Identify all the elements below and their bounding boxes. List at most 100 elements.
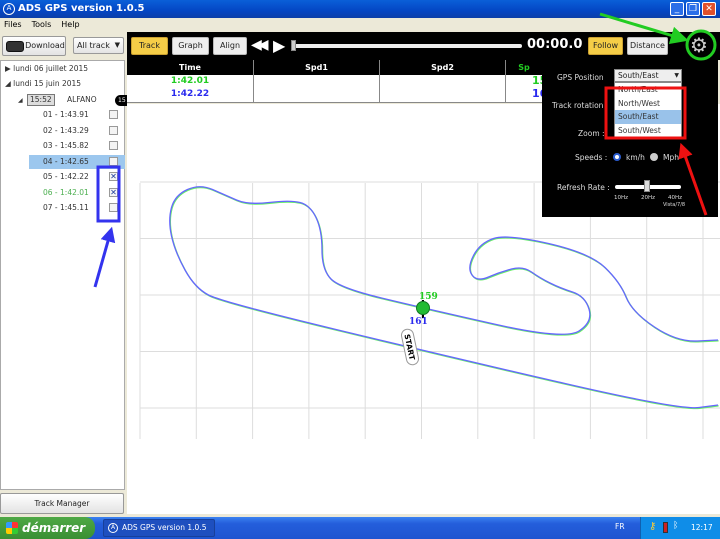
- lap-table: Time Spd1 Spd2 Sp 1:42.01 1:42.22 15 16: [127, 60, 547, 103]
- radio-mph[interactable]: [650, 153, 658, 161]
- lap-label: 07 - 1:45.11: [43, 203, 89, 212]
- play-icon[interactable]: ▶: [273, 36, 285, 55]
- playback-slider[interactable]: [293, 44, 522, 48]
- tree-label: lundi 15 juin 2015: [13, 79, 82, 88]
- marker-label-green: 159: [419, 292, 438, 302]
- marker-label-blue: 161: [409, 317, 428, 327]
- refresh-rate-thumb[interactable]: [644, 180, 650, 192]
- col-header-spd1: Spd1: [254, 60, 379, 75]
- gps-position-label: GPS Position: [557, 73, 604, 82]
- chevron-down-icon: ▼: [114, 41, 120, 49]
- filter-value: All track: [77, 41, 110, 50]
- tab-track[interactable]: Track: [131, 37, 168, 55]
- zoom-label: Zoom :: [578, 129, 605, 138]
- session-name: ALFANO: [67, 95, 97, 104]
- tray-bluetooth-icon[interactable]: ᛒ: [673, 521, 678, 531]
- gps-option[interactable]: South/East: [615, 110, 681, 124]
- download-button[interactable]: Download: [2, 36, 66, 56]
- menu-files[interactable]: Files: [4, 20, 22, 29]
- session-badge: 15: [115, 95, 127, 106]
- tree-label: lundi 06 juillet 2015: [13, 64, 89, 73]
- download-label: Download: [25, 41, 65, 50]
- track-manager-button[interactable]: Track Manager: [0, 493, 124, 514]
- settings-panel: GPS Position South/East ▼ North/East Nort…: [542, 58, 718, 217]
- session-time: 15:52: [27, 94, 55, 106]
- tick-40hz: 40Hz: [668, 195, 683, 201]
- lap-label: 05 - 1:42.22: [43, 172, 89, 181]
- minimize-button[interactable]: _: [670, 2, 684, 16]
- gps-option[interactable]: South/West: [615, 124, 681, 138]
- lap-label: 04 - 1:42.65: [43, 156, 89, 166]
- menu-bar: Files Tools Help: [0, 18, 720, 32]
- lap-checkbox[interactable]: [109, 203, 118, 212]
- language-indicator[interactable]: FR: [615, 522, 625, 531]
- task-label: ADS GPS version 1.0.5: [122, 523, 207, 532]
- lap-label: 01 - 1:43.91: [43, 110, 89, 119]
- window-title: ADS GPS version 1.0.5: [18, 3, 145, 14]
- collapse-icon: ◢: [5, 79, 14, 88]
- ads-logo-icon: A: [3, 3, 15, 15]
- cell-time: 1:42.22: [170, 89, 210, 99]
- tab-graph[interactable]: Graph: [172, 37, 209, 55]
- clock: 12:17: [691, 523, 713, 532]
- taskbar-item-ads-gps[interactable]: A ADS GPS version 1.0.5: [103, 519, 215, 537]
- lap-checkbox[interactable]: [109, 110, 118, 119]
- lap-track-blue: [169, 186, 719, 409]
- lap-label: 06 - 1:42.01: [43, 187, 89, 197]
- tray-battery-icon[interactable]: [663, 522, 668, 533]
- track-filter-select[interactable]: All track ▼: [73, 37, 124, 54]
- tray-keys-icon[interactable]: ⚷: [649, 521, 656, 532]
- lap-label: 03 - 1:45.82: [43, 141, 89, 150]
- close-button[interactable]: ✕: [702, 2, 716, 16]
- tree-item-date-2[interactable]: ◢ lundi 15 juin 2015: [5, 77, 81, 91]
- taskbar: démarrer A ADS GPS version 1.0.5 FR ⚷ ᛒ …: [0, 517, 720, 539]
- tick-20hz: 20Hz: [641, 195, 656, 201]
- start-button[interactable]: démarrer: [0, 517, 95, 539]
- lap-checkbox[interactable]: [109, 141, 118, 150]
- expand-icon: ▶: [5, 64, 14, 73]
- session-tree: ▶ lundi 06 juillet 2015 ◢ lundi 15 juin …: [0, 60, 127, 490]
- system-tray: ⚷ ᛒ 12:17: [640, 517, 720, 539]
- collapse-icon: ◢: [18, 97, 23, 104]
- gps-position-value: South/East: [618, 71, 659, 80]
- distance-button[interactable]: Distance: [627, 37, 668, 55]
- windows-logo-icon: [6, 522, 18, 534]
- main-toolbar: Track Graph Align ◀◀ ▶ 00:00.0 Follow Di…: [127, 32, 720, 60]
- gps-option[interactable]: North/West: [615, 97, 681, 111]
- refresh-note: Vista/7/8: [663, 202, 686, 208]
- tree-item-session[interactable]: ◢ 15:52 ALFANO: [18, 93, 97, 107]
- start-label: démarrer: [22, 521, 86, 535]
- track-rotation-label: Track rotation :: [552, 101, 609, 110]
- follow-button[interactable]: Follow: [588, 37, 623, 55]
- radio-kmh-label: km/h: [626, 153, 645, 162]
- gear-icon[interactable]: ⚙: [690, 33, 708, 57]
- lap-checkbox[interactable]: ✕: [109, 187, 118, 197]
- position-marker: [416, 301, 430, 315]
- tree-item-date-1[interactable]: ▶ lundi 06 juillet 2015: [5, 62, 88, 76]
- radio-kmh[interactable]: [613, 153, 621, 161]
- lap-checkbox[interactable]: ✕: [109, 172, 118, 181]
- rewind-icon[interactable]: ◀◀: [251, 37, 268, 53]
- lap-checkbox[interactable]: [109, 125, 118, 135]
- time-display: 00:00.0: [527, 37, 583, 52]
- col-header-spd3: Sp: [506, 60, 542, 75]
- tab-align[interactable]: Align: [213, 37, 247, 55]
- gps-option[interactable]: North/East: [615, 83, 681, 97]
- col-header-time: Time: [127, 60, 253, 75]
- refresh-rate-label: Refresh Rate :: [557, 183, 610, 192]
- ads-logo-icon: A: [108, 523, 118, 533]
- gps-position-dropdown: North/East North/West South/East South/West: [614, 82, 682, 138]
- maximize-button[interactable]: ❐: [686, 2, 700, 16]
- lap-checkbox[interactable]: [109, 156, 118, 166]
- gps-device-icon: [6, 41, 24, 52]
- cell-time: 1:42.01: [170, 76, 210, 86]
- title-bar: ADS GPS version 1.0.5: [0, 0, 720, 18]
- gps-position-select[interactable]: South/East ▼: [614, 69, 682, 82]
- radio-mph-label: Mph: [663, 153, 679, 162]
- col-header-spd2: Spd2: [380, 60, 505, 75]
- chevron-down-icon: ▼: [674, 72, 679, 79]
- menu-help[interactable]: Help: [61, 20, 79, 29]
- playback-slider-thumb[interactable]: [291, 40, 296, 51]
- speeds-label: Speeds :: [575, 153, 608, 162]
- menu-tools[interactable]: Tools: [32, 20, 52, 29]
